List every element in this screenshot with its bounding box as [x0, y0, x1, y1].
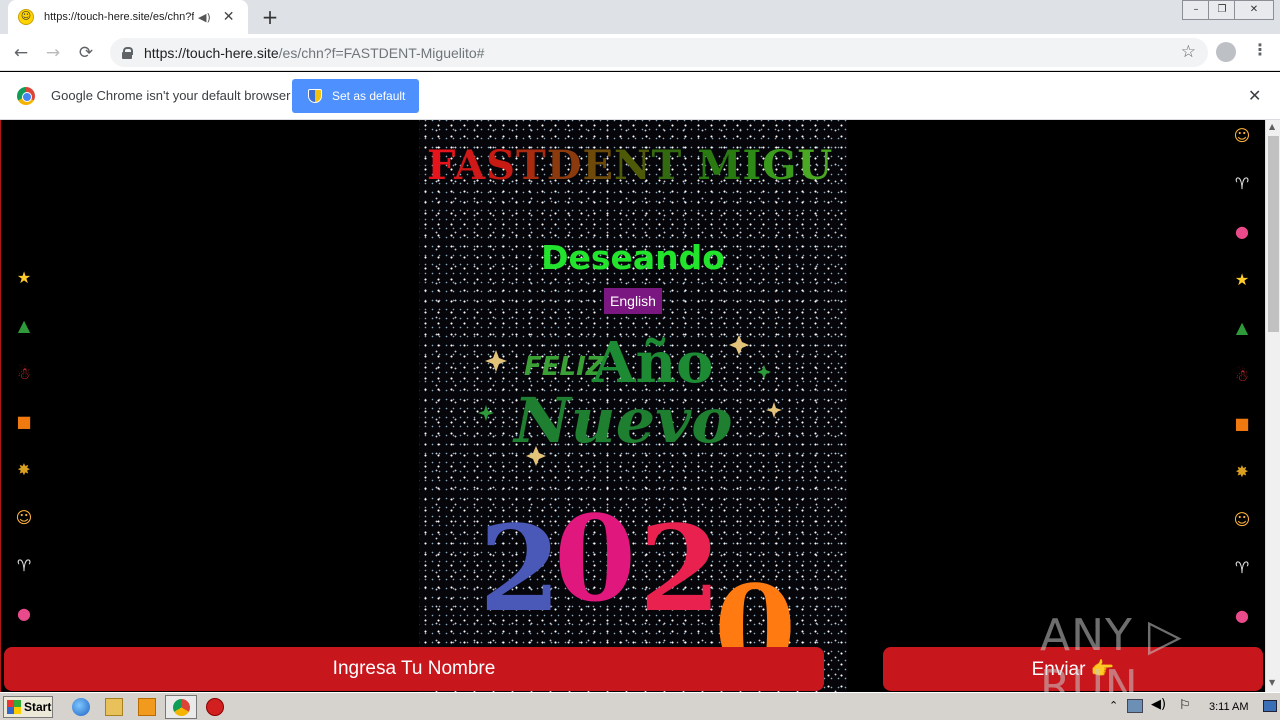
- chrome-menu-icon[interactable]: ⋮: [1252, 40, 1268, 59]
- star-icon: ★: [16, 268, 32, 287]
- chrome-icon: [173, 699, 190, 716]
- brand-letter: D: [546, 142, 583, 189]
- media-player-icon[interactable]: [138, 698, 156, 716]
- page-content: FASTDENT MIGU Deseando English FELIZ Año…: [0, 120, 1265, 692]
- brand-letter: E: [582, 142, 614, 189]
- brand-letter: T: [651, 142, 683, 189]
- show-desktop-icon[interactable]: [1263, 700, 1277, 712]
- feliz-ano-nuevo-graphic: FELIZ Año Nuevo: [478, 330, 782, 466]
- stop-icon[interactable]: [206, 698, 224, 716]
- set-default-label: Set as default: [332, 89, 406, 103]
- cheers-icon: ♈: [1234, 558, 1250, 577]
- system-tray: ⌃ ◀) ⚐: [1105, 696, 1280, 718]
- brand-letter: S: [486, 142, 516, 189]
- url-path: /es/chn?f=FASTDENT-Miguelito#: [278, 44, 485, 61]
- brand-letter: M: [697, 142, 743, 189]
- nuevo-word: Nuevo: [512, 384, 733, 457]
- year-digit: 0: [554, 500, 636, 628]
- infobar-message: Google Chrome isn't your default browser: [51, 88, 291, 103]
- chrome-taskbar-button[interactable]: [165, 695, 197, 719]
- windows-taskbar: Start ⌃ ◀) ⚐ 3:11 AM: [0, 692, 1280, 720]
- brand-letter: U: [797, 142, 834, 189]
- brand-letter: G: [762, 142, 798, 189]
- sparkler-icon: ✸: [1235, 462, 1249, 481]
- infobar-close-icon[interactable]: ✕: [1248, 86, 1261, 105]
- gift-icon: ■: [1234, 414, 1250, 433]
- tray-expand-icon[interactable]: ⌃: [1109, 699, 1118, 712]
- back-button[interactable]: ←: [8, 40, 34, 66]
- start-label: Start: [24, 700, 52, 714]
- english-button[interactable]: English: [604, 288, 662, 314]
- smiley-icon: ☺: [18, 9, 34, 25]
- cheers-icon: ♈: [16, 556, 32, 575]
- sparkler-icon: ✸: [17, 460, 31, 479]
- starfield-stage: FASTDENT MIGU Deseando English FELIZ Año…: [419, 120, 847, 692]
- brand-title: FASTDENT MIGU: [427, 142, 847, 189]
- page-scrollbar[interactable]: ▲ ▼: [1265, 120, 1280, 692]
- brand-letter: I: [742, 142, 763, 189]
- tab-title: https://touch-here.site/es/chn?f=FASTDEN…: [44, 11, 194, 23]
- tree-icon: ▲: [1235, 318, 1249, 337]
- url-host: https://touch-here.site: [144, 44, 279, 61]
- url-text: https://touch-here.site/es/chn?f=FASTDEN…: [144, 45, 484, 61]
- face-icon: ☺: [1233, 510, 1251, 529]
- chrome-logo-icon: [17, 87, 35, 105]
- santa-icon: ☃: [1234, 366, 1250, 385]
- scrollbar-thumb[interactable]: [1268, 136, 1279, 332]
- star-icon: ★: [1234, 270, 1250, 289]
- scroll-up-icon[interactable]: ▲: [1269, 122, 1275, 131]
- close-window-button[interactable]: ✕: [1234, 0, 1274, 20]
- greeting-text: Deseando: [541, 238, 725, 277]
- taskbar-clock: 3:11 AM: [1209, 701, 1249, 713]
- forward-button[interactable]: →: [40, 40, 66, 66]
- year-digit: 2: [639, 500, 721, 638]
- restore-button[interactable]: ❐: [1208, 0, 1236, 20]
- minimize-button[interactable]: –: [1182, 0, 1210, 20]
- santa-icon: ☃: [16, 364, 32, 383]
- brand-letter: F: [427, 142, 455, 189]
- face-icon: ☺: [15, 508, 33, 527]
- set-default-button[interactable]: Set as default: [292, 79, 419, 113]
- reload-button[interactable]: ⟳: [73, 40, 99, 66]
- tree-icon: ▲: [17, 316, 31, 335]
- speaker-icon[interactable]: ◀): [198, 11, 211, 24]
- profile-avatar[interactable]: [1216, 42, 1236, 62]
- balloons-icon: ●: [1235, 222, 1249, 241]
- explorer-folder-icon[interactable]: [105, 698, 123, 716]
- start-button[interactable]: Start: [3, 696, 53, 718]
- year-digit: 2: [479, 500, 561, 638]
- tab-strip: ☺ https://touch-here.site/es/chn?f=FASTD…: [0, 0, 1280, 34]
- shield-icon: [308, 89, 322, 103]
- address-bar[interactable]: https://touch-here.site/es/chn?f=FASTDEN…: [110, 38, 1208, 67]
- network-icon[interactable]: [1127, 699, 1143, 713]
- brand-letter: N: [613, 142, 652, 189]
- volume-icon[interactable]: ◀): [1151, 697, 1166, 712]
- flag-icon[interactable]: ⚐: [1179, 698, 1191, 713]
- new-tab-button[interactable]: +: [258, 5, 282, 29]
- gift-icon: ■: [16, 412, 32, 431]
- cheers-icon: ♈: [1234, 174, 1250, 193]
- brand-letter: [682, 142, 697, 189]
- face-icon: ☺: [1233, 126, 1251, 145]
- bookmark-star-icon[interactable]: ☆: [1181, 42, 1196, 62]
- brand-letter: A: [454, 142, 487, 189]
- browser-toolbar: ← → ⟳ https://touch-here.site/es/chn?f=F…: [0, 34, 1280, 71]
- name-input[interactable]: Ingresa Tu Nombre: [4, 647, 824, 691]
- browser-tab[interactable]: ☺ https://touch-here.site/es/chn?f=FASTD…: [8, 0, 248, 34]
- lock-icon[interactable]: [122, 46, 133, 59]
- ie-icon[interactable]: [72, 698, 90, 716]
- tab-close-icon[interactable]: ✕: [223, 9, 235, 25]
- windows-logo-icon: [7, 700, 21, 714]
- brand-letter: T: [516, 142, 547, 189]
- balloons-icon: ●: [17, 604, 31, 623]
